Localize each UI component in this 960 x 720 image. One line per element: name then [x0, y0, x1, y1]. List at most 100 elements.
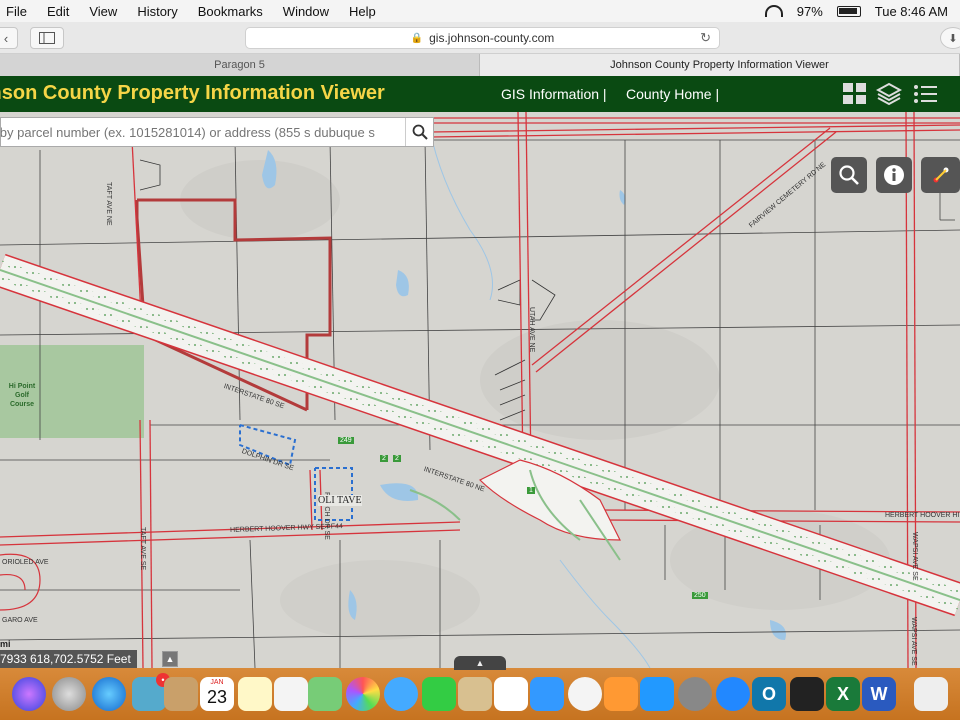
label-golf-course: Hi Point Golf Course	[8, 382, 36, 409]
info-icon	[884, 165, 904, 185]
mac-menubar: File Edit View History Bookmarks Window …	[0, 0, 960, 22]
reminders-icon[interactable]	[274, 677, 308, 711]
county-home-link[interactable]: County Home |	[626, 86, 719, 102]
calendar-month: JAN	[210, 679, 224, 686]
tab-property-viewer[interactable]: Johnson County Property Information View…	[480, 54, 960, 76]
tab-paragon[interactable]: Paragon 5	[0, 54, 480, 76]
grid-icon[interactable]	[842, 82, 868, 106]
excel-icon[interactable]: X	[826, 677, 860, 711]
menu-history[interactable]: History	[127, 4, 187, 19]
mac-dock: • JAN 23 O X W	[0, 668, 960, 720]
label-wapsi-ave: WAPSI AVE SE	[911, 532, 918, 581]
music-icon[interactable]	[568, 677, 602, 711]
shield-2b: 2	[393, 455, 401, 462]
app-store-icon[interactable]	[640, 677, 674, 711]
list-icon[interactable]	[912, 82, 938, 106]
map-canvas[interactable]: TAFT AVE NE FAIRVIEW CEMETERY RD NE UTAH…	[0, 112, 960, 668]
zoom-icon[interactable]	[716, 677, 750, 711]
panel-expand-handle[interactable]: ▲	[454, 656, 506, 670]
scale-unit: mi	[0, 639, 11, 649]
shield-1: 1	[527, 487, 535, 494]
search-button[interactable]	[405, 118, 433, 146]
label-taft-ave-se: TAFT AVE SE	[139, 527, 146, 571]
golf-line-3: Course	[9, 401, 35, 408]
caret-up-icon: ▲	[475, 658, 485, 668]
download-icon: ⬇	[948, 32, 958, 45]
books-icon[interactable]	[604, 677, 638, 711]
sidebar-button[interactable]	[30, 27, 64, 49]
battery-icon[interactable]	[836, 5, 861, 17]
notes-icon[interactable]	[238, 677, 272, 711]
browser-toolbar: ‹ 🔒 gis.johnson-county.com ↻ ⬇	[0, 22, 960, 54]
menu-bookmarks[interactable]: Bookmarks	[188, 4, 273, 19]
back-button[interactable]: ‹	[0, 27, 18, 49]
acrobat-icon[interactable]	[790, 677, 824, 711]
downloads-button[interactable]: ⬇	[940, 27, 960, 49]
excel-letter: X	[836, 683, 849, 704]
menu-file[interactable]: File	[0, 4, 37, 19]
app-header: Johnson County Property Information View…	[0, 76, 960, 112]
outlook-icon[interactable]: O	[752, 677, 786, 711]
measure-button[interactable]	[921, 157, 960, 193]
golf-line-1: Hi Point	[8, 383, 36, 390]
launchpad-icon[interactable]	[52, 677, 86, 711]
label-town: OLI TAVE	[318, 495, 362, 506]
reload-icon[interactable]: ↻	[700, 30, 711, 46]
coordinate-readout: 7933 618,702.5752 Feet	[0, 650, 137, 668]
calendar-day: 23	[206, 687, 228, 707]
outlook-letter: O	[761, 683, 776, 704]
shield-2a: 2	[380, 455, 388, 462]
sidebar-icon	[39, 32, 55, 44]
photos-icon[interactable]	[346, 677, 380, 711]
app-title: Johnson County Property Information View…	[0, 82, 385, 104]
lock-icon: 🔒	[410, 32, 424, 44]
chevron-left-icon: ‹	[3, 30, 9, 46]
identify-button[interactable]	[876, 157, 912, 193]
measure-icon	[933, 167, 948, 183]
word-letter: W	[870, 683, 888, 704]
label-hoover-hwy-east: HERBERT HOOVER HI	[885, 512, 960, 519]
label-utah-ave: UTAH AVE NE	[528, 307, 535, 353]
tab-bar: Paragon 5 Johnson County Property Inform…	[0, 54, 960, 76]
battery-percent: 97%	[796, 3, 823, 19]
coordinate-toggle[interactable]: ▲	[162, 651, 178, 667]
menu-view[interactable]: View	[79, 4, 127, 19]
clock[interactable]: Tue 8:46 AM	[875, 4, 948, 19]
menu-window[interactable]: Window	[273, 4, 339, 19]
maps-icon[interactable]	[308, 677, 342, 711]
facetime-icon[interactable]	[422, 677, 456, 711]
label-wapsi-ave-2: WAPSI AVE SE	[910, 617, 917, 666]
search-icon	[412, 124, 428, 140]
menu-help[interactable]: Help	[339, 4, 386, 19]
shield-249: 249	[338, 437, 354, 444]
wifi-icon[interactable]	[764, 5, 783, 17]
map-layer[interactable]	[0, 112, 960, 668]
chevron-up-icon: ▲	[165, 654, 175, 664]
siri-icon[interactable]	[12, 677, 46, 711]
menu-edit[interactable]: Edit	[37, 4, 79, 19]
system-preferences-icon[interactable]	[678, 677, 712, 711]
layers-icon[interactable]	[876, 82, 902, 106]
label-taft-ave-ne: TAFT AVE NE	[105, 182, 112, 226]
mail-icon[interactable]: •	[132, 673, 170, 711]
label-garo-ave: GARO AVE	[2, 617, 38, 624]
documents-stack-icon[interactable]	[914, 677, 948, 711]
safari-icon[interactable]	[92, 677, 126, 711]
url-text: gis.johnson-county.com	[429, 31, 555, 45]
numbers-icon[interactable]	[494, 677, 528, 711]
gis-information-link[interactable]: GIS Information |	[501, 86, 607, 102]
label-orioled-ave: ORIOLED AVE	[2, 559, 49, 566]
photo-booth-icon[interactable]	[458, 677, 492, 711]
golf-line-2: Golf	[15, 392, 29, 399]
word-icon[interactable]: W	[862, 677, 896, 711]
magnifier-icon	[839, 165, 859, 185]
messages-icon[interactable]	[384, 677, 418, 711]
search-box	[0, 117, 434, 147]
shield-250: 250	[692, 592, 708, 599]
contacts-icon[interactable]	[164, 677, 198, 711]
calendar-icon[interactable]: JAN 23	[200, 677, 234, 711]
search-input[interactable]	[1, 118, 405, 146]
map-search-button[interactable]	[831, 157, 867, 193]
address-bar[interactable]: 🔒 gis.johnson-county.com ↻	[245, 27, 720, 49]
keynote-icon[interactable]	[530, 677, 564, 711]
